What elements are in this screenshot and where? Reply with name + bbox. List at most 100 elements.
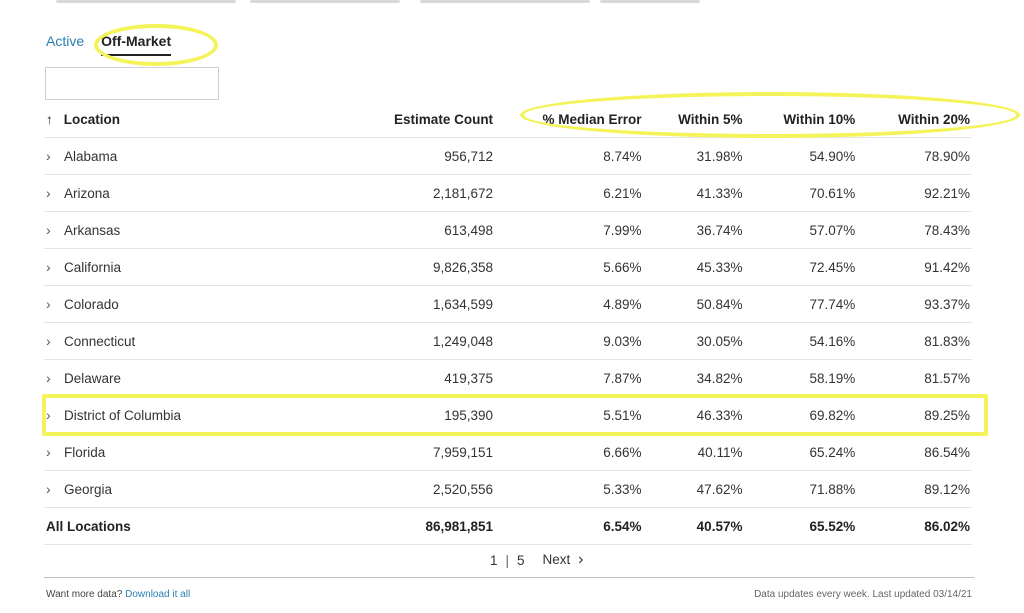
data-table: ↑ Location Estimate Count % Median Error…	[44, 102, 972, 545]
table-cell: 78.90%	[857, 137, 972, 175]
chevron-right-icon[interactable]: ›	[46, 370, 64, 386]
table-cell: 91.42%	[857, 248, 972, 286]
location-label: Alabama	[64, 149, 118, 164]
tab-bar: Active Off-Market	[46, 33, 172, 56]
table-cell: 81.83%	[857, 322, 972, 360]
table-cell: 30.05%	[643, 322, 745, 360]
next-button[interactable]: Next ›	[543, 551, 584, 569]
table-cell: 4.89%	[495, 285, 644, 323]
total-cell: 40.57%	[643, 507, 745, 545]
location-cell: › District of Columbia	[44, 396, 372, 434]
location-label: District of Columbia	[64, 408, 182, 423]
table-cell: 78.43%	[857, 211, 972, 249]
footer-update-note: Data updates every week. Last updated 03…	[754, 589, 972, 600]
table-cell: 89.25%	[857, 396, 972, 434]
download-link[interactable]: Download it all	[125, 589, 190, 600]
table-cell: 9.03%	[495, 322, 644, 360]
table-cell: 31.98%	[643, 137, 745, 175]
table-cell: 47.62%	[643, 470, 745, 508]
location-cell: › Connecticut	[44, 322, 372, 360]
table-row[interactable]: › Connecticut 1,249,048 9.03% 30.05% 54.16% 81…	[44, 322, 972, 360]
total-cell: 65.52%	[744, 507, 858, 545]
header-median-error[interactable]: % Median Error	[495, 102, 643, 138]
table-cell: 7.87%	[495, 359, 644, 397]
table-cell: 6.66%	[495, 433, 644, 471]
table-cell: 86.54%	[857, 433, 972, 471]
location-cell: › California	[44, 248, 372, 286]
chevron-right-icon[interactable]: ›	[46, 222, 64, 238]
table-row[interactable]: › California 9,826,358 5.66% 45.33% 72.45% 91.…	[44, 248, 972, 286]
chevron-right-icon[interactable]: ›	[46, 407, 64, 423]
chevron-right-icon[interactable]: ›	[46, 333, 64, 349]
footer-more-data: Want more data? Download it all	[46, 589, 190, 600]
table-row[interactable]: › Georgia 2,520,556 5.33% 47.62% 71.88% 89.12%	[44, 470, 972, 508]
top-cropped-text	[0, 0, 1024, 6]
table-cell: 65.24%	[744, 433, 858, 471]
table-cell: 40.11%	[643, 433, 745, 471]
table-cell: 57.07%	[744, 211, 858, 249]
chevron-right-icon[interactable]: ›	[46, 148, 64, 164]
next-label: Next	[542, 552, 571, 567]
location-label: California	[64, 260, 122, 275]
table-row[interactable]: › District of Columbia 195,390 5.51% 46.33% 6…	[44, 396, 972, 434]
table-row[interactable]: › Alabama 956,712 8.74% 31.98% 54.90% 78.90%	[44, 137, 972, 175]
table-cell: 34.82%	[643, 359, 745, 397]
table-cell: 77.74%	[744, 285, 858, 323]
page-current[interactable]: 1	[490, 553, 498, 568]
table-row[interactable]: › Arkansas 613,498 7.99% 36.74% 57.07% 78.43%	[44, 211, 972, 249]
chevron-right-icon[interactable]: ›	[46, 444, 64, 460]
search-input[interactable]	[45, 67, 219, 100]
table-row[interactable]: › Arizona 2,181,672 6.21% 41.33% 70.61% 92.21%	[44, 174, 972, 212]
table-cell: 9,826,358	[371, 248, 496, 286]
table-cell: 5.33%	[495, 470, 644, 508]
table-cell: 2,181,672	[371, 174, 496, 212]
table-cell: 54.16%	[744, 322, 858, 360]
table-cell: 1,634,599	[371, 285, 496, 323]
sort-arrow-up-icon: ↑	[46, 112, 53, 127]
table-cell: 69.82%	[744, 396, 858, 434]
location-label: Georgia	[64, 482, 113, 497]
header-within-20[interactable]: Within 20%	[857, 102, 972, 138]
location-cell: › Alabama	[44, 137, 372, 175]
chevron-right-icon[interactable]: ›	[46, 185, 64, 201]
footer-left-text: Want more data?	[46, 589, 126, 600]
table-row[interactable]: › Colorado 1,634,599 4.89% 50.84% 77.74% 93.37…	[44, 285, 972, 323]
table-cell: 36.74%	[643, 211, 745, 249]
table-cell: 956,712	[371, 137, 496, 175]
total-cell: 86.02%	[857, 507, 972, 545]
pagination: 1 | 5 Next ›	[490, 551, 583, 569]
location-label: Arkansas	[64, 223, 121, 238]
table-cell: 71.88%	[744, 470, 858, 508]
header-estimate-count[interactable]: Estimate Count	[372, 102, 495, 138]
header-location[interactable]: ↑ Location	[44, 102, 372, 138]
table-row[interactable]: › Florida 7,959,151 6.66% 40.11% 65.24% 86.54%	[44, 433, 972, 471]
table-cell: 54.90%	[744, 137, 858, 175]
chevron-right-icon: ›	[578, 551, 584, 568]
table-cell: 613,498	[371, 211, 496, 249]
table-cell: 1,249,048	[371, 322, 496, 360]
tab-active[interactable]: Active	[46, 33, 84, 56]
table-cell: 8.74%	[495, 137, 644, 175]
header-within-5[interactable]: Within 5%	[644, 102, 745, 138]
page-total[interactable]: 5	[517, 553, 525, 568]
table-row[interactable]: › Delaware 419,375 7.87% 34.82% 58.19% 81.57%	[44, 359, 972, 397]
total-cell: 6.54%	[495, 507, 644, 545]
table-cell: 72.45%	[744, 248, 858, 286]
table-cell: 419,375	[371, 359, 496, 397]
chevron-right-icon[interactable]: ›	[46, 259, 64, 275]
table-cell: 92.21%	[857, 174, 972, 212]
total-row: All Locations 86,981,851 6.54% 40.57% 65.52%…	[44, 507, 972, 545]
table-cell: 89.12%	[857, 470, 972, 508]
header-within-10[interactable]: Within 10%	[744, 102, 857, 138]
chevron-right-icon[interactable]: ›	[46, 296, 64, 312]
location-cell: › Georgia	[44, 470, 372, 508]
table-cell: 45.33%	[643, 248, 745, 286]
table-cell: 5.66%	[495, 248, 644, 286]
chevron-right-icon[interactable]: ›	[46, 481, 64, 497]
table-cell: 46.33%	[643, 396, 745, 434]
table-cell: 195,390	[371, 396, 496, 434]
table-header-row: ↑ Location Estimate Count % Median Error…	[44, 102, 972, 138]
total-cell: 86,981,851	[371, 507, 496, 545]
tab-off-market[interactable]: Off-Market	[101, 33, 172, 56]
table-cell: 93.37%	[857, 285, 972, 323]
